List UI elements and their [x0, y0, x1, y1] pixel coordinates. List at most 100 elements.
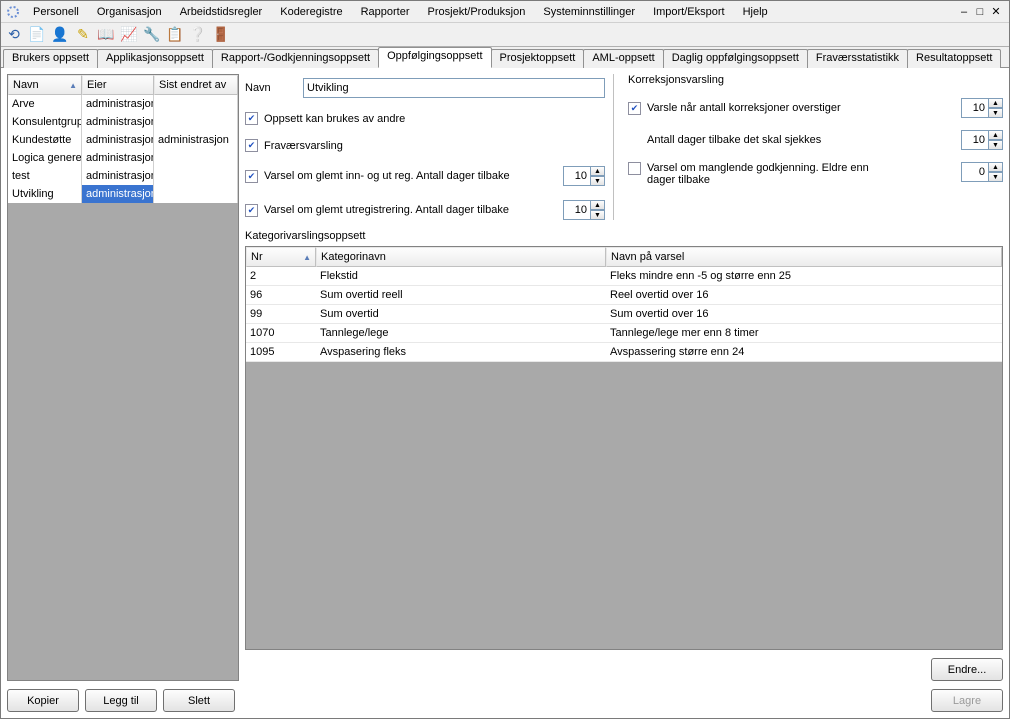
navn-input[interactable]	[303, 78, 605, 98]
korr-overstiger-checkbox[interactable]: ✔	[628, 102, 641, 115]
spin-up-icon[interactable]: ▲	[989, 130, 1003, 140]
cell-navn: test	[8, 167, 82, 185]
col-eier[interactable]: Eier	[82, 75, 154, 95]
table-row[interactable]: 1070 Tannlege/lege Tannlege/lege mer enn…	[246, 324, 1002, 343]
spin-up-icon[interactable]: ▲	[591, 200, 605, 210]
endre-button[interactable]: Endre...	[931, 658, 1003, 681]
oppsett-brukes-checkbox[interactable]: ✔	[245, 112, 258, 125]
tab-daglig-oppfolgingsoppsett[interactable]: Daglig oppfølgingsoppsett	[663, 49, 808, 68]
cell-kat: Sum overtid	[316, 305, 606, 323]
bottom-buttons: Endre...	[245, 658, 1003, 681]
spin-up-icon[interactable]: ▲	[591, 166, 605, 176]
oppsett-grid[interactable]: Navn ▲ Eier Sist endret av Arve administ…	[7, 74, 239, 681]
toolbar-doc-icon[interactable]: 📄	[28, 26, 46, 44]
toolbar-list-icon[interactable]: 📋	[166, 26, 184, 44]
menu-prosjekt[interactable]: Prosjekt/Produksjon	[422, 4, 532, 20]
godkjenning-row: Varsel om manglende godkjenning. Eldre e…	[628, 162, 1003, 186]
content-area: Navn ▲ Eier Sist endret av Arve administ…	[1, 68, 1009, 718]
slett-button[interactable]: Slett	[163, 689, 235, 712]
close-icon[interactable]: ✕	[989, 5, 1003, 19]
maximize-icon[interactable]: □	[973, 5, 987, 19]
dager-tilbake-label: Antall dager tilbake det skal sjekkes	[647, 134, 821, 146]
glemt-innut-checkbox[interactable]: ✔	[245, 170, 258, 183]
col-nr[interactable]: Nr ▲	[246, 247, 316, 267]
kategorivarsling-label: Kategorivarslingsoppsett	[245, 230, 1003, 242]
table-row[interactable]: 96 Sum overtid reell Reel overtid over 1…	[246, 286, 1002, 305]
app-window: Personell Organisasjon Arbeidstidsregler…	[0, 0, 1010, 719]
spin-up-icon[interactable]: ▲	[989, 98, 1003, 108]
tab-oppfolgingsoppsett[interactable]: Oppfølgingsoppsett	[378, 47, 491, 68]
table-row[interactable]: Utvikling administrasjon	[8, 185, 238, 203]
glemt-innut-input[interactable]	[563, 166, 591, 186]
korr-overstiger-input[interactable]	[961, 98, 989, 118]
table-row[interactable]: Konsulentgruppe administrasjon	[8, 113, 238, 131]
cell-navn: Arve	[8, 95, 82, 113]
toolbar-edit-icon[interactable]: ✎	[74, 26, 92, 44]
legg-til-button[interactable]: Legg til	[85, 689, 157, 712]
glemt-ut-input[interactable]	[563, 200, 591, 220]
menu-koderegistre[interactable]: Koderegistre	[274, 4, 348, 20]
tab-fravaersstatistikk[interactable]: Fraværsstatistikk	[807, 49, 908, 68]
cell-eier: administrasjon	[82, 113, 154, 131]
toolbar-exit-icon[interactable]: 🚪	[212, 26, 230, 44]
kategorivarsling-grid[interactable]: Nr ▲ Kategorinavn Navn på varsel 2 Fleks…	[245, 246, 1003, 650]
spin-down-icon[interactable]: ▼	[989, 108, 1003, 118]
navn-row: Navn	[245, 78, 605, 98]
toolbar-wrench-icon[interactable]: 🔧	[143, 26, 161, 44]
glemt-innut-label: Varsel om glemt inn- og ut reg. Antall d…	[264, 170, 510, 182]
tab-brukers-oppsett[interactable]: Brukers oppsett	[3, 49, 98, 68]
godkjenning-input[interactable]	[961, 162, 989, 182]
col-kategorinavn[interactable]: Kategorinavn	[316, 247, 606, 267]
menu-arbeidstidsregler[interactable]: Arbeidstidsregler	[174, 4, 269, 20]
menu-hjelp[interactable]: Hjelp	[737, 4, 774, 20]
toolbar-user-icon[interactable]: 👤	[51, 26, 69, 44]
tab-applikasjonsoppsett[interactable]: Applikasjonsoppsett	[97, 49, 213, 68]
dager-tilbake-input[interactable]	[961, 130, 989, 150]
table-row[interactable]: test administrasjon	[8, 167, 238, 185]
menu-personell[interactable]: Personell	[27, 4, 85, 20]
cell-sist	[154, 167, 238, 185]
col-navn[interactable]: Navn ▲	[8, 75, 82, 95]
cell-varsel: Fleks mindre enn -5 og større enn 25	[606, 267, 1002, 285]
toolbar-help-icon[interactable]: ❔	[189, 26, 207, 44]
menubar: Personell Organisasjon Arbeidstidsregler…	[1, 1, 1009, 23]
tab-resultatoppsett[interactable]: Resultatoppsett	[907, 49, 1001, 68]
lagre-button[interactable]: Lagre	[931, 689, 1003, 712]
menu-systeminnstillinger[interactable]: Systeminnstillinger	[537, 4, 641, 20]
spin-down-icon[interactable]: ▼	[591, 176, 605, 186]
col-sist-endret[interactable]: Sist endret av	[154, 75, 238, 95]
minimize-icon[interactable]: –	[957, 5, 971, 19]
godkjenning-checkbox[interactable]	[628, 162, 641, 175]
table-row[interactable]: 2 Flekstid Fleks mindre enn -5 og større…	[246, 267, 1002, 286]
tab-prosjektoppsett[interactable]: Prosjektoppsett	[491, 49, 585, 68]
korreksjonsvarsling-title: Korreksjonsvarsling	[628, 74, 1003, 86]
kopier-button[interactable]: Kopier	[7, 689, 79, 712]
spin-down-icon[interactable]: ▼	[989, 140, 1003, 150]
menu-rapporter[interactable]: Rapporter	[355, 4, 416, 20]
tab-aml-oppsett[interactable]: AML-oppsett	[583, 49, 663, 68]
table-row[interactable]: Logica generell administrasjon	[8, 149, 238, 167]
cell-eier: administrasjon	[82, 131, 154, 149]
glemt-ut-checkbox[interactable]: ✔	[245, 204, 258, 217]
table-row[interactable]: 99 Sum overtid Sum overtid over 16	[246, 305, 1002, 324]
spin-down-icon[interactable]: ▼	[591, 210, 605, 220]
toolbar-chart-icon[interactable]: 📈	[120, 26, 138, 44]
left-buttons: Kopier Legg til Slett	[7, 689, 239, 712]
menu-organisasjon[interactable]: Organisasjon	[91, 4, 168, 20]
toolbar-book-icon[interactable]: 📖	[97, 26, 115, 44]
form-top: Navn ✔ Oppsett kan brukes av andre ✔ Fra…	[245, 74, 1003, 220]
col-navn-pa-varsel[interactable]: Navn på varsel	[606, 247, 1002, 267]
table-row[interactable]: Kundestøtte administrasjon administrasjo…	[8, 131, 238, 149]
spin-down-icon[interactable]: ▼	[989, 172, 1003, 182]
cell-eier: administrasjon	[82, 167, 154, 185]
toolbar-nav-icon[interactable]: ⟲	[5, 26, 23, 44]
spin-up-icon[interactable]: ▲	[989, 162, 1003, 172]
menu-import-eksport[interactable]: Import/Eksport	[647, 4, 731, 20]
cell-sist	[154, 185, 238, 203]
fravaersvarsling-checkbox[interactable]: ✔	[245, 139, 258, 152]
cell-sist	[154, 149, 238, 167]
table-row[interactable]: 1095 Avspasering fleks Avspassering stør…	[246, 343, 1002, 362]
tab-rapport-godkjenningsoppsett[interactable]: Rapport-/Godkjenningsoppsett	[212, 49, 379, 68]
table-row[interactable]: Arve administrasjon	[8, 95, 238, 113]
cell-sist	[154, 95, 238, 113]
